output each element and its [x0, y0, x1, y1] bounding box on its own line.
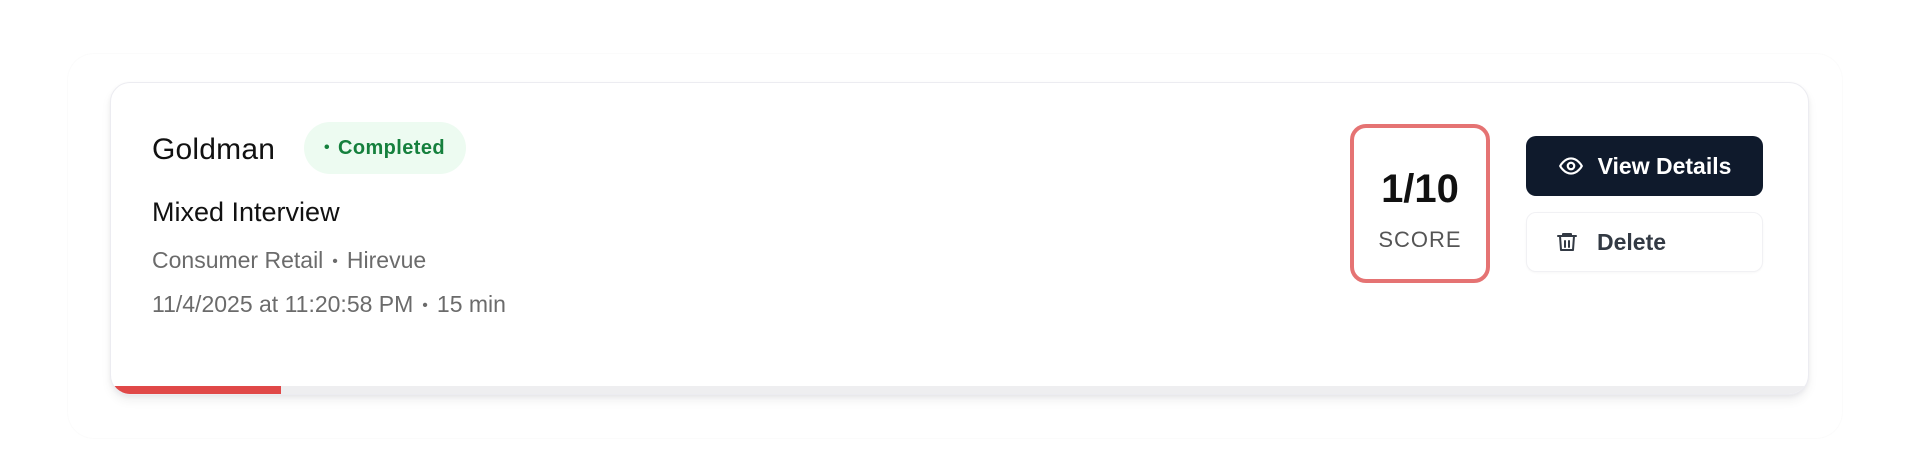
company-name: Goldman — [152, 133, 276, 166]
interview-title: Mixed Interview — [152, 197, 340, 227]
status-badge: • Completed — [304, 122, 466, 174]
status-dot-icon: • — [324, 139, 331, 156]
score-value: 1/10 — [1381, 167, 1459, 211]
meta-separator: • — [332, 253, 338, 270]
interview-card: Goldman • Completed Mixed Interview Cons… — [110, 82, 1809, 395]
trash-icon — [1555, 230, 1579, 254]
industry-label: Consumer Retail — [152, 247, 324, 273]
page-canvas: Goldman • Completed Mixed Interview Cons… — [0, 0, 1920, 453]
score-progress-fill — [111, 386, 281, 394]
score-label: SCORE — [1378, 227, 1462, 252]
delete-label: Delete — [1597, 228, 1667, 255]
view-details-label: View Details — [1597, 152, 1732, 179]
interview-duration: 15 min — [436, 291, 506, 317]
interview-meta-tags: Consumer Retail • Hirevue — [152, 246, 426, 276]
eye-icon — [1558, 153, 1584, 179]
delete-button[interactable]: Delete — [1526, 212, 1763, 272]
meta-separator: • — [422, 297, 428, 314]
interview-datetime: 11/4/2025 at 11:20:58 PM — [152, 291, 414, 317]
score-progress-track — [111, 386, 1808, 394]
interview-meta-time: 11/4/2025 at 11:20:58 PM • 15 min — [152, 290, 506, 320]
score-box: 1/10 SCORE — [1350, 124, 1490, 283]
view-details-button[interactable]: View Details — [1526, 136, 1763, 196]
platform-label: Hirevue — [346, 247, 427, 273]
status-label: Completed — [338, 136, 445, 159]
